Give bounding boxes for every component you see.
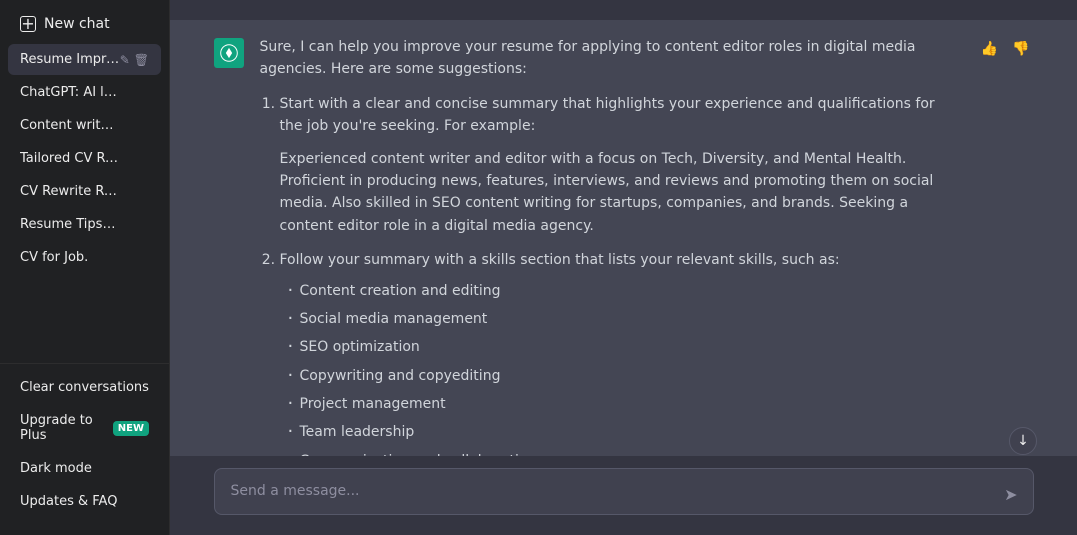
input-section: ↓ ➤ <box>170 456 1077 535</box>
skill-item: Copywriting and copyediting <box>288 365 961 387</box>
sidebar-item-resume-improvement[interactable]: Resume Improvement A ✎ 🗑 <box>8 44 161 75</box>
chat-item-label: Content writer resume. <box>20 118 120 133</box>
chat-item-label: Tailored CV Request. <box>20 151 120 166</box>
sidebar-item-tailored-cv[interactable]: Tailored CV Request. ✎ 🗑 <box>8 143 161 174</box>
trash-icon[interactable]: 🗑 <box>134 152 149 166</box>
sidebar-footer: Clear conversations Upgrade to Plus NEW Dar… <box>0 363 169 527</box>
edit-icon[interactable]: ✎ <box>120 119 130 133</box>
skill-item: SEO optimization <box>288 336 961 358</box>
sidebar-item-content-writer[interactable]: Content writer resume. ✎ 🗑 <box>8 110 161 141</box>
sidebar-item-resume-tips[interactable]: Resume Tips: Tailor for Job ✎ 🗑 <box>8 209 161 240</box>
sidebar-item-chatgpt-ai[interactable]: ChatGPT: AI language model. ✎ 🗑 <box>8 77 161 108</box>
message-feedback: 👍 👎 <box>977 38 1034 456</box>
message-list-item-1: Start with a clear and concise summary t… <box>280 93 961 237</box>
skill-item: Project management <box>288 393 961 415</box>
send-button[interactable]: ➤ <box>1000 481 1021 509</box>
sidebar-item-cv-for-job[interactable]: CV for Job. ✎ 🗑 <box>8 242 161 273</box>
message-input[interactable] <box>214 468 1034 515</box>
skill-item: Content creation and editing <box>288 280 961 302</box>
chat-item-label: ChatGPT: AI language model. <box>20 85 120 100</box>
trash-icon[interactable]: 🗑 <box>134 185 149 199</box>
chat-item-label: Resume Improvement A <box>20 52 120 67</box>
message-list-item-2: Follow your summary with a skills sectio… <box>280 249 961 456</box>
footer-item-updates-faq[interactable]: Updates & FAQ <box>8 486 161 517</box>
footer-item-clear-conversations[interactable]: Clear conversations <box>8 372 161 403</box>
new-chat-icon: + <box>20 16 36 32</box>
footer-item-label: Upgrade to Plus <box>20 413 105 443</box>
trash-icon[interactable]: 🗑 <box>134 119 149 133</box>
sidebar-item-cv-rewrite[interactable]: CV Rewrite Requested. ✎ 🗑 <box>8 176 161 207</box>
footer-item-label: Dark mode <box>20 461 92 476</box>
sidebar: + New chat Resume Improvement A ✎ 🗑 Chat… <box>0 0 170 535</box>
new-chat-label: New chat <box>44 16 110 32</box>
edit-icon[interactable]: ✎ <box>120 53 130 67</box>
edit-icon[interactable]: ✎ <box>120 152 130 166</box>
thumbs-up-button[interactable]: 👍 <box>977 38 1002 59</box>
trash-icon[interactable]: 🗑 <box>134 218 149 232</box>
new-chat-button[interactable]: + New chat <box>8 8 161 40</box>
scroll-down-button[interactable]: ↓ <box>1009 427 1037 455</box>
edit-icon[interactable]: ✎ <box>120 86 130 100</box>
skill-item: Team leadership <box>288 421 961 443</box>
footer-item-dark-mode[interactable]: Dark mode <box>8 453 161 484</box>
chat-item-label: Resume Tips: Tailor for Job <box>20 217 120 232</box>
input-wrapper: ➤ <box>214 468 1034 519</box>
chat-item-actions: ✎ 🗑 <box>120 53 149 67</box>
footer-item-label: Updates & FAQ <box>20 494 117 509</box>
assistant-avatar <box>214 38 244 68</box>
trash-icon[interactable]: 🗑 <box>134 251 149 265</box>
skill-item: Social media management <box>288 308 961 330</box>
trash-icon[interactable]: 🗑 <box>134 53 149 67</box>
input-area: ➤ <box>170 456 1077 535</box>
new-badge: NEW <box>113 421 149 436</box>
footer-item-upgrade-to-plus[interactable]: Upgrade to Plus NEW <box>8 405 161 451</box>
edit-icon[interactable]: ✎ <box>120 218 130 232</box>
summary-example: Experienced content writer and editor wi… <box>280 148 961 238</box>
chat-item-label: CV for Job. <box>20 250 120 265</box>
chat-messages: Sure, I can help you improve your resume… <box>170 0 1077 456</box>
chat-item-label: CV Rewrite Requested. <box>20 184 120 199</box>
message-list: Start with a clear and concise summary t… <box>260 93 961 456</box>
edit-icon[interactable]: ✎ <box>120 185 130 199</box>
footer-item-label: Clear conversations <box>20 380 149 395</box>
thumbs-down-button[interactable]: 👎 <box>1008 38 1033 59</box>
edit-icon[interactable]: ✎ <box>120 251 130 265</box>
assistant-message: Sure, I can help you improve your resume… <box>170 20 1077 456</box>
trash-icon[interactable]: 🗑 <box>134 86 149 100</box>
chat-history-list: Resume Improvement A ✎ 🗑 ChatGPT: AI lan… <box>0 44 169 363</box>
assistant-message-content: Sure, I can help you improve your resume… <box>260 36 961 456</box>
skills-list: Content creation and editing Social medi… <box>280 280 961 456</box>
message-intro: Sure, I can help you improve your resume… <box>260 36 961 81</box>
main-chat-area: Sure, I can help you improve your resume… <box>170 0 1077 535</box>
